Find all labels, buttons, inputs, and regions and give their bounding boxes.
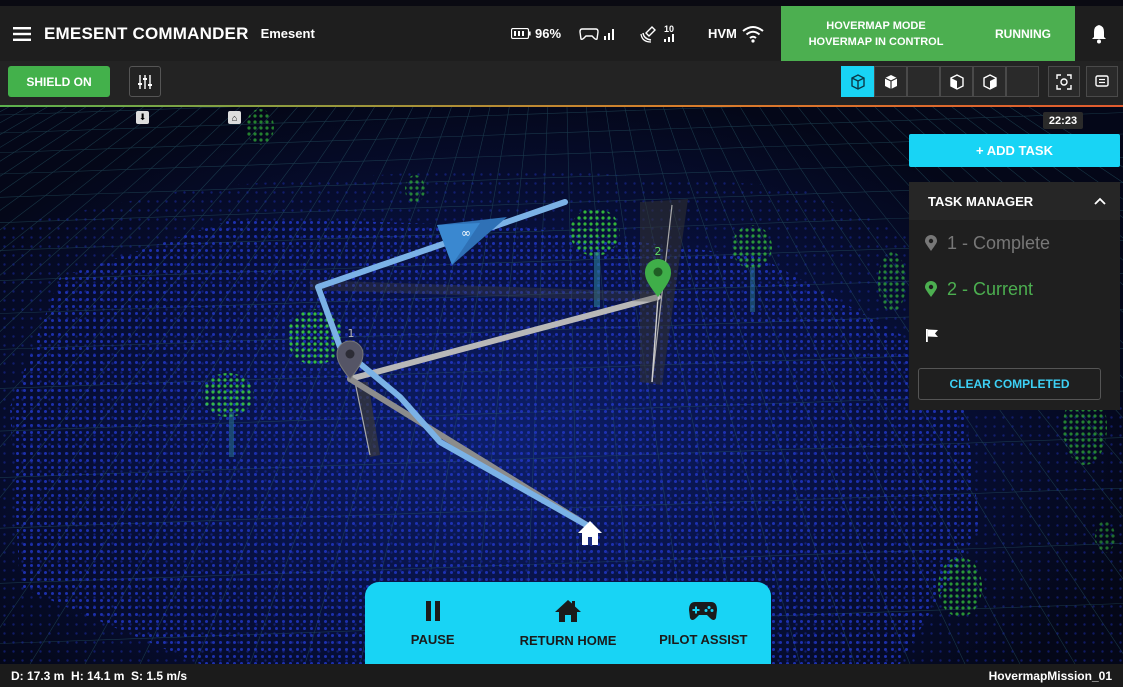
view-perspective-button[interactable] bbox=[841, 66, 874, 97]
run-status: RUNNING bbox=[995, 26, 1051, 41]
notifications-bell-icon[interactable] bbox=[1075, 6, 1123, 61]
focus-button[interactable] bbox=[1048, 66, 1080, 97]
task-item-1[interactable]: 1 - Complete bbox=[909, 220, 1120, 266]
shield-toggle-button[interactable]: SHIELD ON bbox=[8, 66, 110, 97]
task-manager-title: TASK MANAGER bbox=[928, 193, 1034, 209]
waypoint-1-label: 1 bbox=[348, 327, 355, 340]
hvm-wifi: HVM bbox=[708, 6, 765, 61]
telemetry-readout: D: 17.3 m H: 14.1 m S: 1.5 m/s bbox=[11, 668, 188, 683]
messages-button[interactable] bbox=[1086, 66, 1118, 97]
return-home-label: RETURN HOME bbox=[519, 632, 617, 648]
top-bar: EMESENT COMMANDER Emesent 96% 10 HVM HOV… bbox=[0, 6, 1123, 61]
view-top-button[interactable] bbox=[973, 66, 1006, 97]
action-bar: PAUSE RETURN HOME PILOT ASSIST bbox=[365, 582, 771, 664]
wifi-icon bbox=[742, 25, 764, 43]
pause-button[interactable]: PAUSE bbox=[365, 582, 500, 664]
settings-sliders-icon[interactable] bbox=[129, 66, 161, 97]
pause-label: PAUSE bbox=[410, 631, 455, 647]
home-small-icon[interactable]: ⌂ bbox=[228, 111, 241, 124]
gamepad-icon bbox=[689, 601, 718, 620]
top-cube-icon bbox=[982, 73, 997, 90]
mode-title: HOVERMAP MODE bbox=[826, 19, 926, 32]
waypoint-2-label: 2 bbox=[655, 245, 662, 258]
pause-icon bbox=[425, 600, 440, 621]
satellite-icon bbox=[640, 25, 656, 43]
focus-icon bbox=[1056, 73, 1072, 90]
status-bar: D: 17.3 m H: 14.1 m S: 1.5 m/s HovermapM… bbox=[0, 664, 1123, 687]
menu-icon[interactable] bbox=[0, 6, 44, 61]
messages-icon bbox=[1095, 74, 1109, 87]
add-task-button[interactable]: + ADD TASK bbox=[909, 134, 1120, 167]
view-side-button[interactable] bbox=[907, 66, 940, 97]
mission-name: HovermapMission_01 bbox=[988, 668, 1112, 683]
controller-signal bbox=[579, 6, 615, 61]
chevron-up-icon bbox=[1094, 197, 1106, 205]
location-pin-icon bbox=[925, 235, 937, 251]
mission-timer: 22:23 bbox=[1043, 112, 1083, 129]
pilot-assist-button[interactable]: PILOT ASSIST bbox=[636, 582, 771, 664]
side-cube-icon bbox=[949, 73, 964, 90]
flag-icon bbox=[926, 329, 938, 342]
battery-level: 96% bbox=[535, 26, 562, 41]
mode-control: HOVERMAP IN CONTROL bbox=[808, 35, 944, 48]
app-title: EMESENT COMMANDER bbox=[44, 23, 249, 43]
task-item-2[interactable]: 2 - Current bbox=[909, 266, 1120, 312]
return-home-button[interactable]: RETURN HOME bbox=[500, 582, 635, 664]
task-manager-panel: TASK MANAGER 1 - Complete 2 - Current CL… bbox=[909, 182, 1120, 410]
perspective-cube-icon bbox=[850, 73, 865, 90]
satellite-count: 10 bbox=[664, 24, 675, 34]
task-item-2-label: 2 - Current bbox=[947, 278, 1034, 299]
battery-icon bbox=[511, 28, 531, 39]
mode-panel: HOVERMAP MODE HOVERMAP IN CONTROL RUNNIN… bbox=[781, 6, 1075, 61]
signal-bars-icon bbox=[604, 28, 614, 40]
home-icon bbox=[554, 599, 581, 622]
hvm-label: HVM bbox=[708, 26, 737, 41]
task-manager-header[interactable]: TASK MANAGER bbox=[909, 182, 1120, 220]
clear-completed-button[interactable]: CLEAR COMPLETED bbox=[918, 368, 1101, 400]
controller-icon bbox=[579, 27, 599, 40]
view-spacer bbox=[1006, 66, 1039, 97]
toolbar: SHIELD ON bbox=[0, 61, 1123, 105]
battery-status: 96% bbox=[511, 6, 561, 61]
task-item-finish[interactable] bbox=[909, 312, 1120, 358]
task-item-1-label: 1 - Complete bbox=[947, 232, 1051, 253]
org-name: Emesent bbox=[260, 26, 315, 41]
location-pin-icon bbox=[925, 281, 937, 297]
front-cube-icon bbox=[884, 74, 897, 89]
svg-text:∞: ∞ bbox=[461, 226, 471, 240]
satellite-signal: 10 bbox=[640, 6, 674, 61]
view-front-button[interactable] bbox=[874, 66, 907, 97]
pilot-assist-label: PILOT ASSIST bbox=[659, 631, 748, 647]
download-marker-icon[interactable]: ⬇ bbox=[136, 111, 149, 124]
view-left-button[interactable] bbox=[940, 66, 973, 97]
